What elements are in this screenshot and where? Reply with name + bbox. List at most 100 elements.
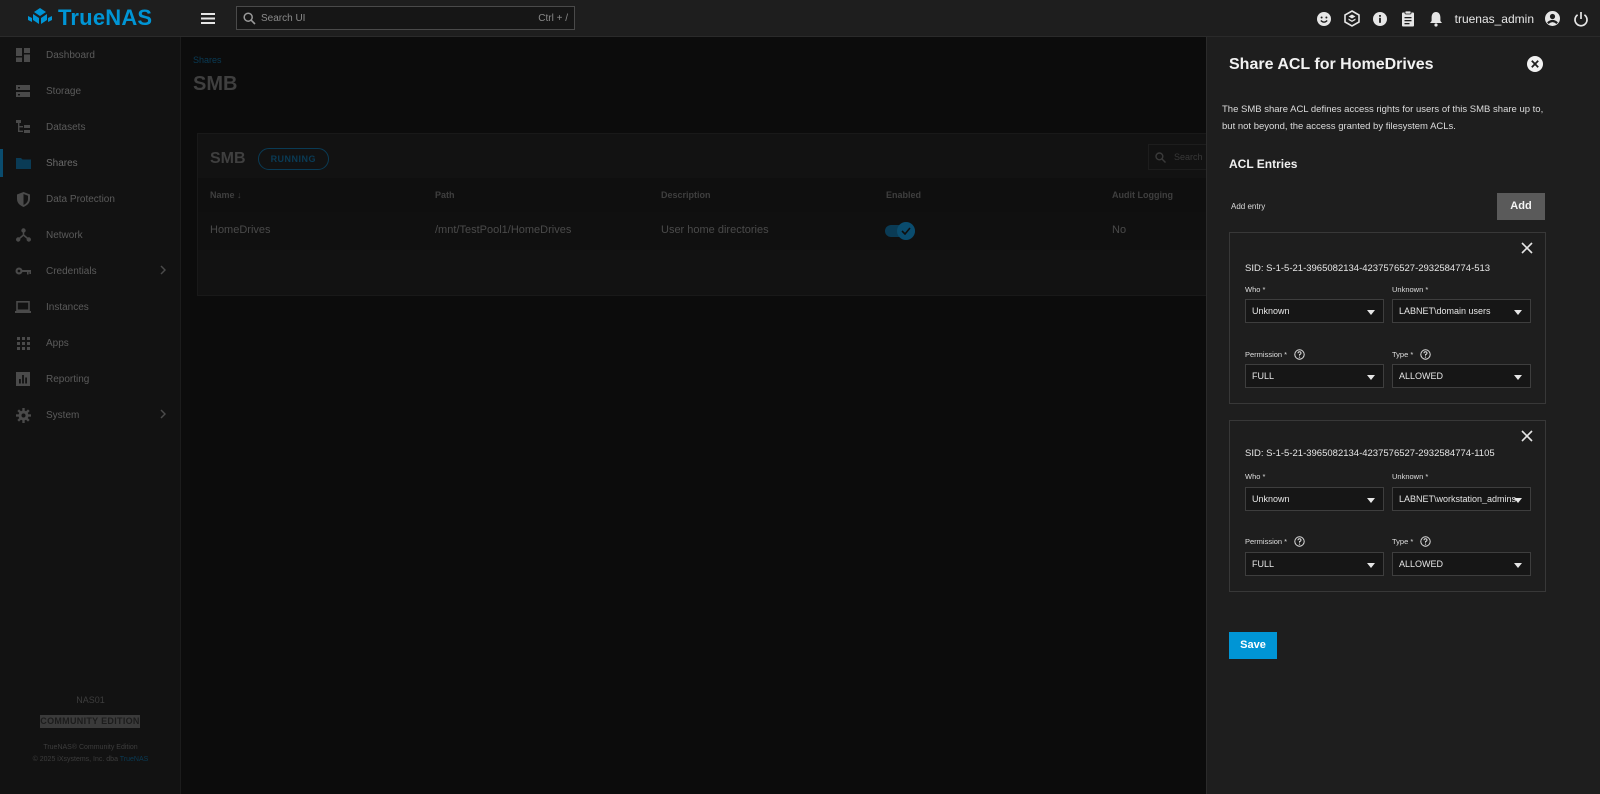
sidebar: Dashboard Storage Datasets Shares Data P…	[0, 37, 181, 794]
acl-entries-heading: ACL Entries	[1229, 157, 1298, 171]
unknown-value: LABNET\workstation_admins	[1399, 494, 1517, 504]
sidebar-item-label: Apps	[46, 337, 69, 349]
sidebar-item-label: System	[46, 409, 80, 421]
brand-name: TrueNAS	[58, 5, 153, 30]
panel-title: Share ACL for HomeDrives	[1229, 56, 1434, 73]
who-value: Unknown	[1252, 494, 1290, 504]
share-acl-panel: Share ACL for HomeDrives The SMB share A…	[1206, 37, 1600, 794]
unknown-label-text: Unknown *	[1392, 472, 1429, 481]
column-header-enabled[interactable]: Enabled	[886, 190, 921, 200]
menu-toggle-button[interactable]	[195, 5, 221, 31]
help-icon[interactable]	[1294, 536, 1305, 547]
help-icon[interactable]	[1420, 349, 1431, 360]
network-icon	[15, 227, 31, 243]
notifications-button[interactable]	[1427, 9, 1446, 28]
help-button[interactable]	[1371, 9, 1390, 28]
shares-icon	[15, 155, 31, 171]
top-bar: TrueNAS Search UI Ctrl + / truenas_admin	[0, 0, 1600, 37]
toggle-knob	[897, 222, 915, 240]
type-label-text: Type *	[1392, 350, 1414, 359]
sidebar-item-label: Data Protection	[46, 193, 115, 205]
sidebar-item-instances[interactable]: Instances	[0, 289, 180, 325]
column-header-path[interactable]: Path	[435, 190, 455, 200]
username-label[interactable]: truenas_admin	[1455, 12, 1534, 26]
service-status-badge[interactable]: RUNNING	[257, 148, 330, 170]
add-entry-button[interactable]: Add	[1497, 193, 1545, 220]
unknown-label: Unknown *	[1392, 472, 1428, 481]
chevron-right-icon	[160, 265, 166, 275]
panel-description: The SMB share ACL defines access rights …	[1222, 104, 1544, 132]
sidebar-item-label: Reporting	[46, 373, 90, 385]
smiley-icon	[1317, 11, 1332, 26]
dropdown-arrow-icon	[1367, 375, 1375, 380]
feedback-button[interactable]	[1315, 9, 1334, 28]
sidebar-item-label: Credentials	[46, 265, 97, 277]
account-button[interactable]	[1543, 9, 1562, 28]
truenas-link[interactable]: TrueNAS	[120, 756, 149, 763]
add-entry-label: Add entry	[1231, 202, 1266, 211]
search-icon	[1155, 151, 1166, 163]
edition-badge: COMMUNITY EDITION	[40, 715, 140, 728]
help-icon[interactable]	[1420, 536, 1431, 547]
sidebar-item-credentials[interactable]: Credentials	[0, 253, 180, 289]
type-select[interactable]: ALLOWED	[1392, 364, 1531, 388]
sidebar-item-label: Shares	[46, 157, 78, 169]
sidebar-item-reporting[interactable]: Reporting	[0, 361, 180, 397]
chevron-right-icon	[160, 409, 166, 419]
sidebar-item-label: Datasets	[46, 121, 86, 133]
jobs-button[interactable]	[1343, 9, 1362, 28]
page-title: SMB	[193, 73, 238, 95]
who-select[interactable]: Unknown	[1245, 487, 1384, 511]
acl-entry: SID: S-1-5-21-3965082134-4237576527-2932…	[1229, 232, 1546, 404]
acl-entry-sid: SID: S-1-5-21-3965082134-4237576527-2932…	[1245, 263, 1491, 274]
type-select[interactable]: ALLOWED	[1392, 552, 1531, 576]
remove-entry-button[interactable]	[1521, 430, 1533, 442]
column-header-description[interactable]: Description	[661, 190, 711, 200]
table-row[interactable]: HomeDrives /mnt/TestPool1/HomeDrives Use…	[198, 212, 1218, 250]
unknown-select[interactable]: LABNET\workstation_admins	[1392, 487, 1531, 511]
laptop-icon	[15, 299, 31, 315]
sidebar-item-shares[interactable]: Shares	[0, 145, 180, 181]
unknown-value: LABNET\domain users	[1399, 306, 1491, 316]
who-label-text: Who *	[1245, 472, 1266, 481]
sidebar-item-storage[interactable]: Storage	[0, 73, 180, 109]
permission-select[interactable]: FULL	[1245, 552, 1384, 576]
who-label-text: Who *	[1245, 285, 1266, 294]
dropdown-arrow-icon	[1367, 498, 1375, 503]
share-name: HomeDrives	[210, 224, 271, 236]
sidebar-item-data-protection[interactable]: Data Protection	[0, 181, 180, 217]
sidebar-item-system[interactable]: System	[0, 397, 180, 433]
who-label: Who *	[1245, 285, 1265, 294]
who-select[interactable]: Unknown	[1245, 299, 1384, 323]
copyright-line: TrueNAS® Community Edition	[43, 744, 138, 751]
permission-value: FULL	[1252, 371, 1275, 381]
breadcrumb[interactable]: Shares	[193, 55, 222, 65]
sidebar-item-dashboard[interactable]: Dashboard	[0, 37, 180, 73]
save-button[interactable]: Save	[1229, 632, 1277, 659]
global-search-input[interactable]: Search UI Ctrl + /	[236, 6, 575, 30]
dropdown-arrow-icon	[1367, 310, 1375, 315]
sidebar-item-apps[interactable]: Apps	[0, 325, 180, 361]
permission-label-text: Permission *	[1245, 350, 1288, 359]
dropdown-arrow-icon	[1514, 375, 1522, 380]
acl-entry-sid: SID: S-1-5-21-3965082134-4237576527-2932…	[1245, 448, 1495, 459]
search-icon	[243, 11, 256, 25]
column-header-audit-logging[interactable]: Audit Logging	[1112, 190, 1173, 200]
permission-label: Permission *	[1245, 349, 1305, 360]
sidebar-item-network[interactable]: Network	[0, 217, 180, 253]
permission-select[interactable]: FULL	[1245, 364, 1384, 388]
power-button[interactable]	[1571, 9, 1590, 28]
help-icon[interactable]	[1294, 349, 1305, 360]
unknown-select[interactable]: LABNET\domain users	[1392, 299, 1531, 323]
column-header-name[interactable]: Name ↓	[210, 190, 242, 200]
enabled-toggle[interactable]	[885, 222, 915, 240]
close-panel-button[interactable]	[1526, 55, 1544, 73]
sidebar-item-label: Dashboard	[46, 49, 95, 61]
sidebar-item-datasets[interactable]: Datasets	[0, 109, 180, 145]
truenas-logo[interactable]: TrueNAS	[0, 5, 185, 31]
card-title: SMB	[210, 150, 246, 167]
chart-icon	[15, 371, 31, 387]
close-icon	[1521, 430, 1533, 442]
alerts-log-button[interactable]	[1399, 9, 1418, 28]
remove-entry-button[interactable]	[1521, 242, 1533, 254]
